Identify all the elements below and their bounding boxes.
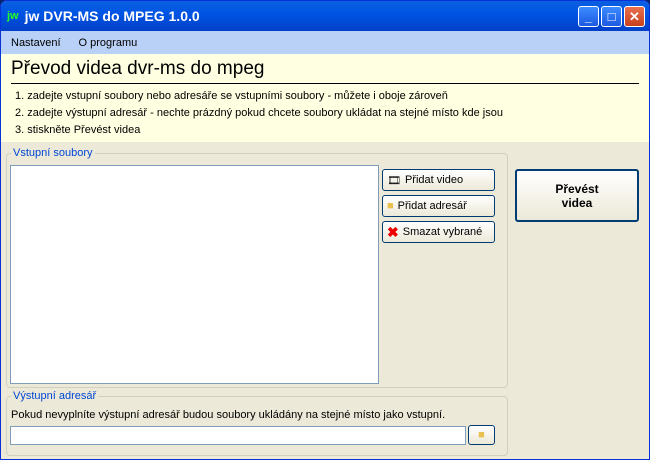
page-title: Převod videa dvr-ms do mpeg (11, 58, 639, 84)
convert-videos-button[interactable]: Převést videa (515, 169, 639, 222)
add-folder-button[interactable]: ■ Přidat adresář (382, 195, 495, 217)
menu-nastaveni[interactable]: Nastavení (11, 37, 61, 49)
convert-line1: Převést (555, 181, 599, 196)
menu-o-programu[interactable]: O programu (79, 37, 138, 49)
output-hint: Pokud nevyplníte výstupní adresář budou … (11, 409, 446, 421)
title-bar: jw jw DVR-MS do MPEG 1.0.0 _ □ ✕ (1, 1, 649, 31)
output-folder-group: Výstupní adresář (6, 390, 508, 456)
menu-bar: Nastavení O programu (1, 31, 649, 54)
maximize-button[interactable]: □ (601, 6, 622, 27)
input-files-label: Vstupní soubory (13, 147, 93, 159)
instructions-panel: Převod videa dvr-ms do mpeg 1. zadejte v… (1, 54, 649, 142)
convert-line2: videa (561, 195, 593, 210)
folder-icon: ■ (478, 429, 485, 441)
minimize-button[interactable]: _ (578, 6, 599, 27)
app-logo-icon: jw (7, 10, 19, 22)
close-button[interactable]: ✕ (624, 6, 645, 27)
step-3: 3. stiskněte Převést videa (15, 124, 141, 136)
browse-folder-button[interactable]: ■ (468, 425, 495, 445)
delete-x-icon: ✖ (387, 223, 399, 240)
add-video-button[interactable]: 🎞 Přidat video (382, 169, 495, 191)
step-1: 1. zadejte vstupní soubory nebo adresáře… (15, 90, 448, 102)
output-folder-input[interactable] (10, 426, 466, 445)
delete-selected-button[interactable]: ✖ Smazat vybrané (382, 221, 495, 243)
main-window: jw jw DVR-MS do MPEG 1.0.0 _ □ ✕ Nastave… (0, 0, 650, 460)
add-folder-label: Přidat adresář (397, 200, 467, 212)
add-video-label: Přidat video (404, 174, 464, 186)
output-folder-label: Výstupní adresář (13, 390, 97, 402)
folder-icon: ■ (387, 200, 394, 212)
input-files-list[interactable] (10, 165, 379, 384)
delete-selected-label: Smazat vybrané (402, 226, 483, 238)
window-title: jw DVR-MS do MPEG 1.0.0 (24, 8, 200, 24)
step-2: 2. zadejte výstupní adresář - nechte prá… (15, 107, 503, 119)
film-icon: 🎞 (387, 174, 401, 187)
